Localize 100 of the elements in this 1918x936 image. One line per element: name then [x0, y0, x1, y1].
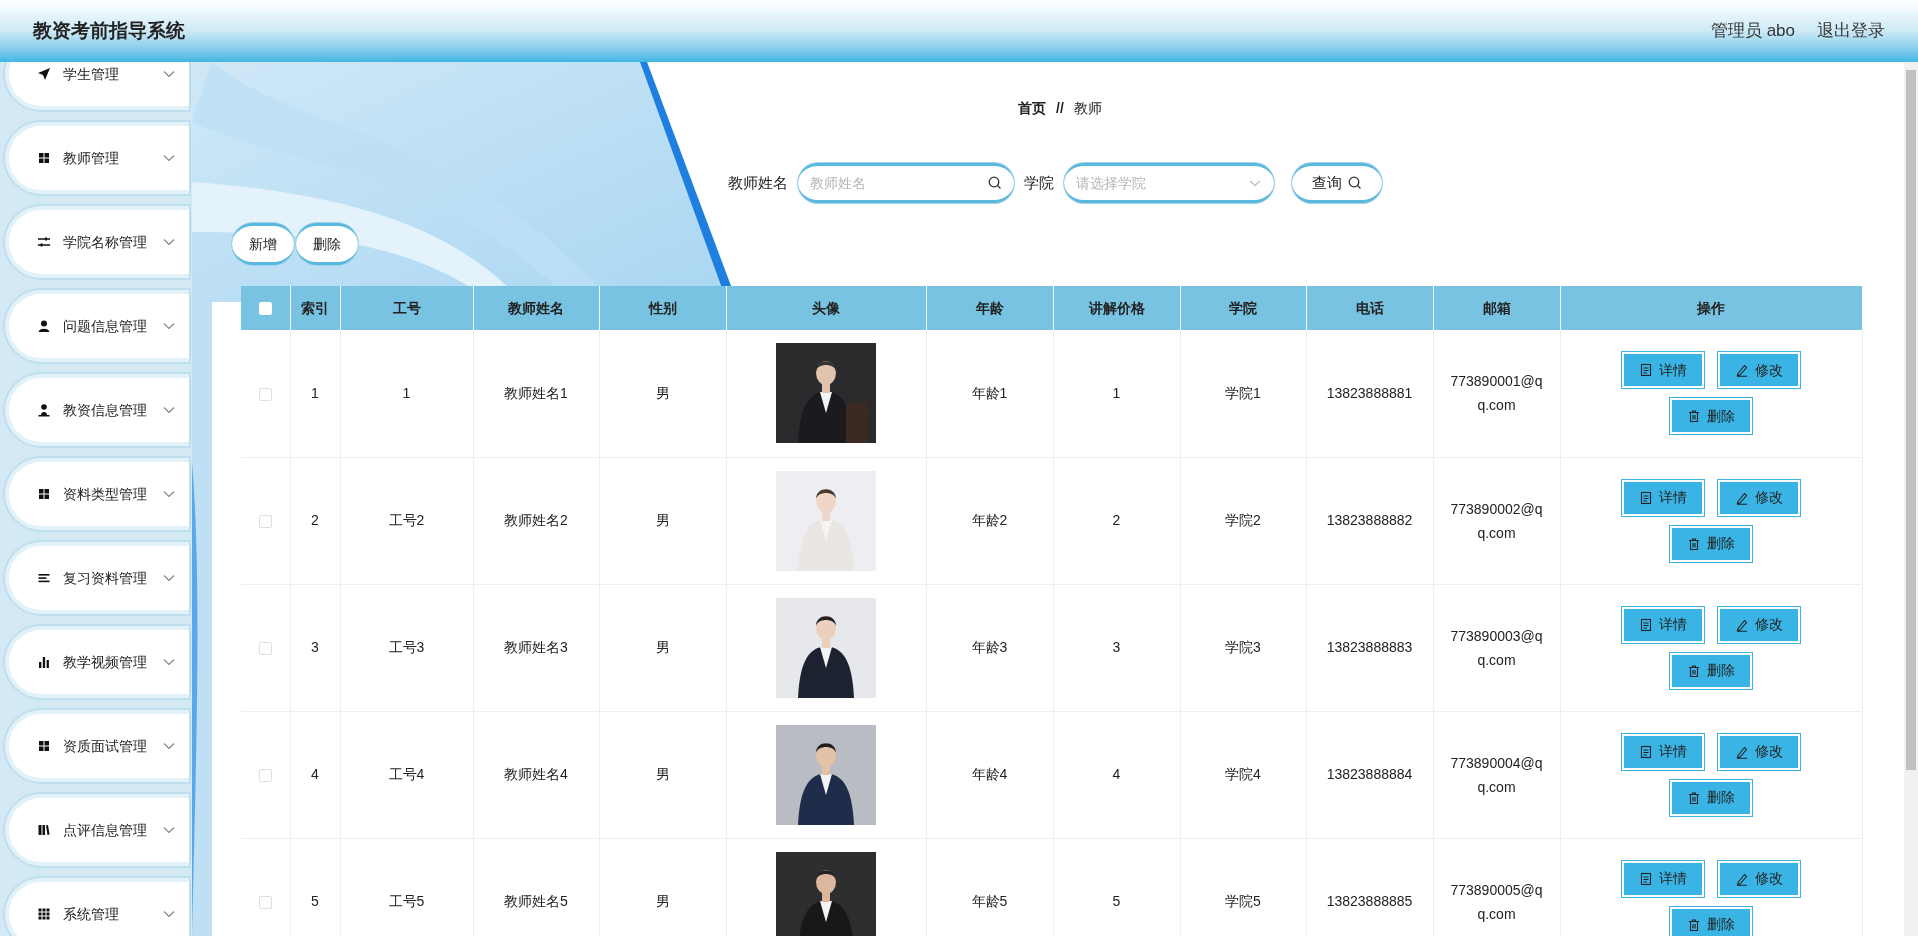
table-cell: 1: [402, 384, 411, 401]
sidebar-item[interactable]: 教资信息管理: [5, 374, 189, 446]
sidebar-item[interactable]: 系统管理: [5, 878, 189, 936]
table-cell: 工号4: [388, 766, 425, 782]
row-checkbox[interactable]: [258, 895, 272, 909]
search-icon: [988, 176, 1002, 190]
trash-icon: [1687, 917, 1701, 932]
action-button[interactable]: 删除: [1670, 779, 1752, 816]
table-cell: 学院2: [1225, 512, 1261, 528]
column-header: 工号: [340, 286, 473, 330]
column-header: 头像: [726, 286, 926, 330]
row-checkbox[interactable]: [258, 768, 272, 782]
breadcrumb-home[interactable]: 首页: [1018, 98, 1047, 119]
person-icon: [37, 319, 51, 333]
table-cell: 年龄2: [971, 512, 1008, 528]
sidebar-item[interactable]: 问题信息管理: [5, 290, 189, 362]
column-header: 年龄: [926, 286, 1053, 330]
row-checkbox[interactable]: [258, 641, 272, 655]
column-header: 学院: [1180, 286, 1306, 330]
table-cell: 2: [1112, 512, 1121, 528]
table-cell: 5: [1112, 893, 1121, 909]
table-cell: 男: [655, 639, 670, 655]
table-cell: 年龄4: [971, 766, 1008, 782]
action-button[interactable]: 详情: [1622, 860, 1704, 897]
table-cell-text: 773890003@qq.com: [1449, 626, 1544, 670]
breadcrumb-current: 教师: [1073, 99, 1102, 118]
table-cell: 13823888885: [1326, 893, 1413, 909]
table-cell-text: 773890004@qq.com: [1449, 753, 1544, 797]
sidebar-item[interactable]: 复习资料管理: [5, 542, 189, 614]
chevron-down-icon: [163, 826, 175, 834]
query-button[interactable]: 查询: [1292, 163, 1382, 203]
chevron-down-icon: [163, 406, 175, 414]
action-button[interactable]: 删除: [1670, 398, 1752, 435]
toolbar-button[interactable]: 新增: [232, 223, 294, 265]
sidebar-item[interactable]: 资料类型管理: [5, 458, 189, 530]
list-icon: [37, 571, 51, 585]
table-cell: 学院1: [1225, 384, 1261, 401]
table-cell: 13823888881: [1326, 384, 1413, 401]
logout-link[interactable]: 退出登录: [1817, 18, 1885, 44]
chevron-down-icon: [163, 154, 175, 162]
toolbar-button[interactable]: 删除: [296, 223, 358, 265]
chevron-down-icon: [163, 658, 175, 666]
action-button[interactable]: 删除: [1670, 525, 1752, 562]
name-search-field[interactable]: 教师姓名: [798, 163, 1014, 203]
scrollbar-thumb[interactable]: [1906, 70, 1916, 770]
field-label: 教师姓名: [728, 172, 788, 193]
action-button[interactable]: 删除: [1670, 652, 1752, 689]
pencil-icon: [1735, 617, 1749, 632]
action-button[interactable]: 修改: [1718, 606, 1800, 643]
column-header: 操作: [1560, 286, 1862, 330]
sidebar-item[interactable]: 学院名称管理: [5, 206, 189, 278]
apps-icon: [37, 907, 51, 921]
sidebar-item[interactable]: 资质面试管理: [5, 710, 189, 782]
table-cell: 男: [655, 512, 670, 528]
table-cell: 13823888884: [1326, 766, 1413, 782]
sliders-icon: [37, 235, 51, 249]
grid-icon: [37, 487, 51, 501]
grid-icon: [37, 739, 51, 753]
table-cell: 年龄3: [971, 639, 1008, 655]
action-button[interactable]: 详情: [1622, 606, 1704, 643]
table-cell: 年龄1: [971, 384, 1008, 401]
column-header: 电话: [1306, 286, 1433, 330]
table-cell: 4: [1112, 766, 1121, 782]
table-cell: 教师姓名4: [504, 766, 568, 782]
document-icon: [1639, 871, 1653, 886]
action-button[interactable]: 详情: [1622, 352, 1704, 389]
chevron-down-icon: [163, 574, 175, 582]
column-header: 讲解价格: [1053, 286, 1180, 330]
table-cell: 教师姓名5: [504, 893, 568, 909]
chevron-down-icon: [163, 490, 175, 498]
row-checkbox[interactable]: [258, 514, 272, 528]
bar-chart-icon: [37, 655, 51, 669]
table-cell: 工号5: [388, 893, 425, 909]
table-cell: 学院5: [1225, 893, 1261, 909]
table-cell: 工号2: [388, 512, 425, 528]
table-cell: 2: [311, 512, 319, 528]
table-cell-text: 773890002@qq.com: [1449, 499, 1544, 543]
action-button[interactable]: 修改: [1718, 860, 1800, 897]
grid-icon: [37, 151, 51, 165]
table-cell: 教师姓名3: [504, 639, 568, 655]
table-cell: 13823888883: [1326, 639, 1413, 655]
action-button[interactable]: 详情: [1622, 733, 1704, 770]
action-button[interactable]: 详情: [1622, 479, 1704, 516]
sidebar-item[interactable]: 学生管理: [5, 62, 189, 110]
sidebar-item[interactable]: 教学视频管理: [5, 626, 189, 698]
sidebar-item[interactable]: 教师管理: [5, 122, 189, 194]
pencil-icon: [1735, 363, 1749, 378]
action-button[interactable]: 修改: [1718, 733, 1800, 770]
person-icon: [37, 403, 51, 417]
search-icon: [1348, 176, 1362, 190]
row-checkbox[interactable]: [258, 387, 272, 401]
action-button[interactable]: 修改: [1718, 479, 1800, 516]
action-button[interactable]: 删除: [1670, 906, 1752, 936]
breadcrumb-separator: //: [1056, 99, 1064, 118]
sidebar-item[interactable]: 点评信息管理: [5, 794, 189, 866]
trash-icon: [1687, 790, 1701, 805]
select-all-checkbox[interactable]: [258, 302, 272, 316]
action-button[interactable]: 修改: [1718, 352, 1800, 389]
trash-icon: [1687, 536, 1701, 551]
chevron-down-icon: [163, 70, 175, 78]
